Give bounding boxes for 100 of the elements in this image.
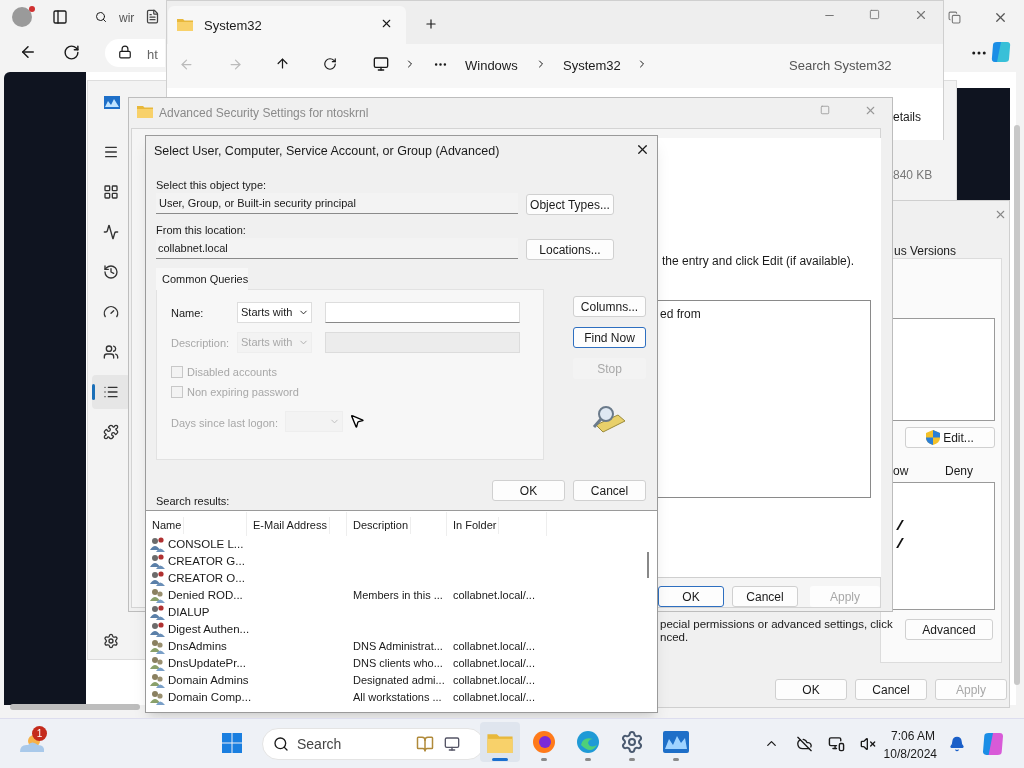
table-cell-text: Domain Comp... — [168, 690, 252, 705]
users-icon — [150, 604, 166, 620]
table-cell-text: collabnet.local/... — [453, 656, 535, 671]
dialog-button[interactable]: Find Now — [573, 327, 646, 348]
clock-date[interactable]: 10/8/2024 — [877, 745, 937, 763]
scrollbar[interactable] — [1014, 125, 1020, 685]
table-cell-text: CREATOR G... — [168, 554, 245, 569]
copilot-icon[interactable] — [981, 732, 1005, 756]
table-cell-text: DNS Administrat... — [353, 639, 443, 654]
refresh-icon[interactable] — [323, 57, 337, 71]
hint-text: nced. — [660, 631, 689, 644]
table-cell-text: Members in this ... — [353, 588, 443, 603]
table-cell-text: Digest Authen... — [168, 622, 250, 637]
selection-indicator — [92, 384, 95, 400]
dialog-button[interactable]: OK — [658, 586, 724, 607]
table-cell-text: DnsAdmins — [168, 639, 227, 654]
table-cell-text: Designated admi... — [353, 673, 445, 688]
close-icon[interactable] — [635, 142, 650, 157]
tab-title[interactable]: wir — [119, 9, 135, 27]
users-icon — [150, 621, 166, 637]
bell-icon[interactable] — [949, 736, 965, 752]
settings-icon — [103, 633, 119, 649]
group-icon — [150, 587, 166, 603]
restore-icon[interactable] — [948, 11, 961, 24]
group-icon — [150, 672, 166, 688]
column-header[interactable]: In Folder — [453, 517, 500, 534]
taskbar-app[interactable] — [480, 722, 520, 762]
tab-title[interactable]: System32 — [204, 16, 262, 36]
close-icon[interactable] — [380, 17, 393, 30]
group-icon — [150, 638, 166, 654]
scrollbar[interactable] — [647, 552, 649, 578]
up-icon[interactable] — [275, 56, 290, 71]
search-icon — [273, 736, 289, 752]
users-icon — [150, 570, 166, 586]
list-header: ed from — [660, 306, 701, 323]
table-cell-text: All workstations ... — [353, 690, 442, 705]
maximize-icon[interactable] — [869, 9, 880, 20]
table-cell-text: collabnet.local/... — [453, 690, 535, 705]
address-bar[interactable] — [105, 39, 165, 67]
menu-icon — [103, 144, 119, 160]
folder-icon — [137, 104, 153, 118]
monitor-icon[interactable] — [373, 56, 389, 72]
dialog-button[interactable]: Cancel — [732, 586, 798, 607]
users-icon — [150, 553, 166, 569]
column-header[interactable]: Name — [152, 517, 185, 534]
search-input[interactable]: Search — [297, 733, 407, 755]
query-field[interactable] — [325, 302, 520, 323]
group-icon — [150, 655, 166, 671]
edit-button[interactable]: Edit... — [905, 427, 995, 448]
avatar-icon[interactable] — [12, 7, 32, 27]
scrollbar[interactable] — [10, 704, 140, 710]
settings-icon — [620, 730, 644, 754]
edge-icon — [576, 730, 600, 754]
back-icon[interactable] — [19, 43, 37, 61]
clock-time[interactable]: 7:06 AM — [885, 727, 935, 745]
new-tab-icon[interactable] — [424, 17, 438, 31]
volume-icon[interactable] — [860, 736, 876, 752]
search-people-icon — [592, 405, 626, 433]
table-cell-text: CONSOLE L... — [168, 537, 244, 552]
dialog-button[interactable]: Columns... — [573, 296, 646, 317]
dialog-button[interactable]: Object Types... — [526, 194, 614, 215]
table-cell-text: DIALUP — [168, 605, 210, 620]
checkbox-label: Disabled accounts — [187, 365, 277, 380]
url-text: ht — [147, 46, 158, 64]
column-header[interactable]: etails — [893, 108, 921, 126]
column-header[interactable]: Description — [353, 517, 412, 534]
table-cell-text: collabnet.local/... — [453, 588, 535, 603]
users-icon — [103, 344, 119, 360]
dialog-button[interactable]: Locations... — [526, 239, 614, 260]
table-cell-text: Denied ROD... — [168, 588, 243, 603]
field-label: Description: — [171, 336, 230, 351]
table-cell-text: Domain Admins — [168, 673, 249, 688]
dialog-button[interactable]: Cancel — [855, 679, 927, 700]
nav-item[interactable] — [92, 375, 130, 409]
dialog-button[interactable]: OK — [492, 480, 565, 501]
column-header[interactable]: E-Mail Address — [253, 517, 330, 534]
chart-window-icon — [663, 731, 689, 753]
shield-icon — [926, 430, 941, 445]
tab-list-icon[interactable] — [52, 9, 68, 25]
reload-icon[interactable] — [63, 44, 80, 61]
file-size: 840 KB — [893, 167, 933, 184]
dialog-button[interactable]: Advanced — [905, 619, 993, 640]
breadcrumb-item[interactable]: System32 — [563, 56, 621, 76]
operator-dropdown[interactable]: Starts with — [237, 302, 312, 323]
cursor-icon — [349, 412, 365, 430]
tab[interactable]: Common Queries — [156, 268, 248, 290]
dialog-button[interactable]: OK — [775, 679, 847, 700]
table-cell-text: collabnet.local/... — [453, 639, 535, 654]
cloud-off-icon[interactable] — [796, 736, 813, 752]
close-icon[interactable] — [993, 10, 1008, 25]
field-label: Select this object type: — [156, 178, 267, 193]
field-label: From this location: — [156, 223, 246, 238]
users-icon — [150, 536, 166, 552]
tab[interactable]: us Versions — [893, 242, 958, 260]
table-cell-text: DNS clients who... — [353, 656, 443, 671]
performance-icon — [103, 224, 119, 240]
table-cell-text: CREATOR O... — [168, 571, 245, 586]
breadcrumb-item[interactable]: Windows — [465, 56, 518, 76]
dialog-button[interactable]: Cancel — [573, 480, 646, 501]
search-field[interactable]: Search System32 — [778, 50, 938, 80]
